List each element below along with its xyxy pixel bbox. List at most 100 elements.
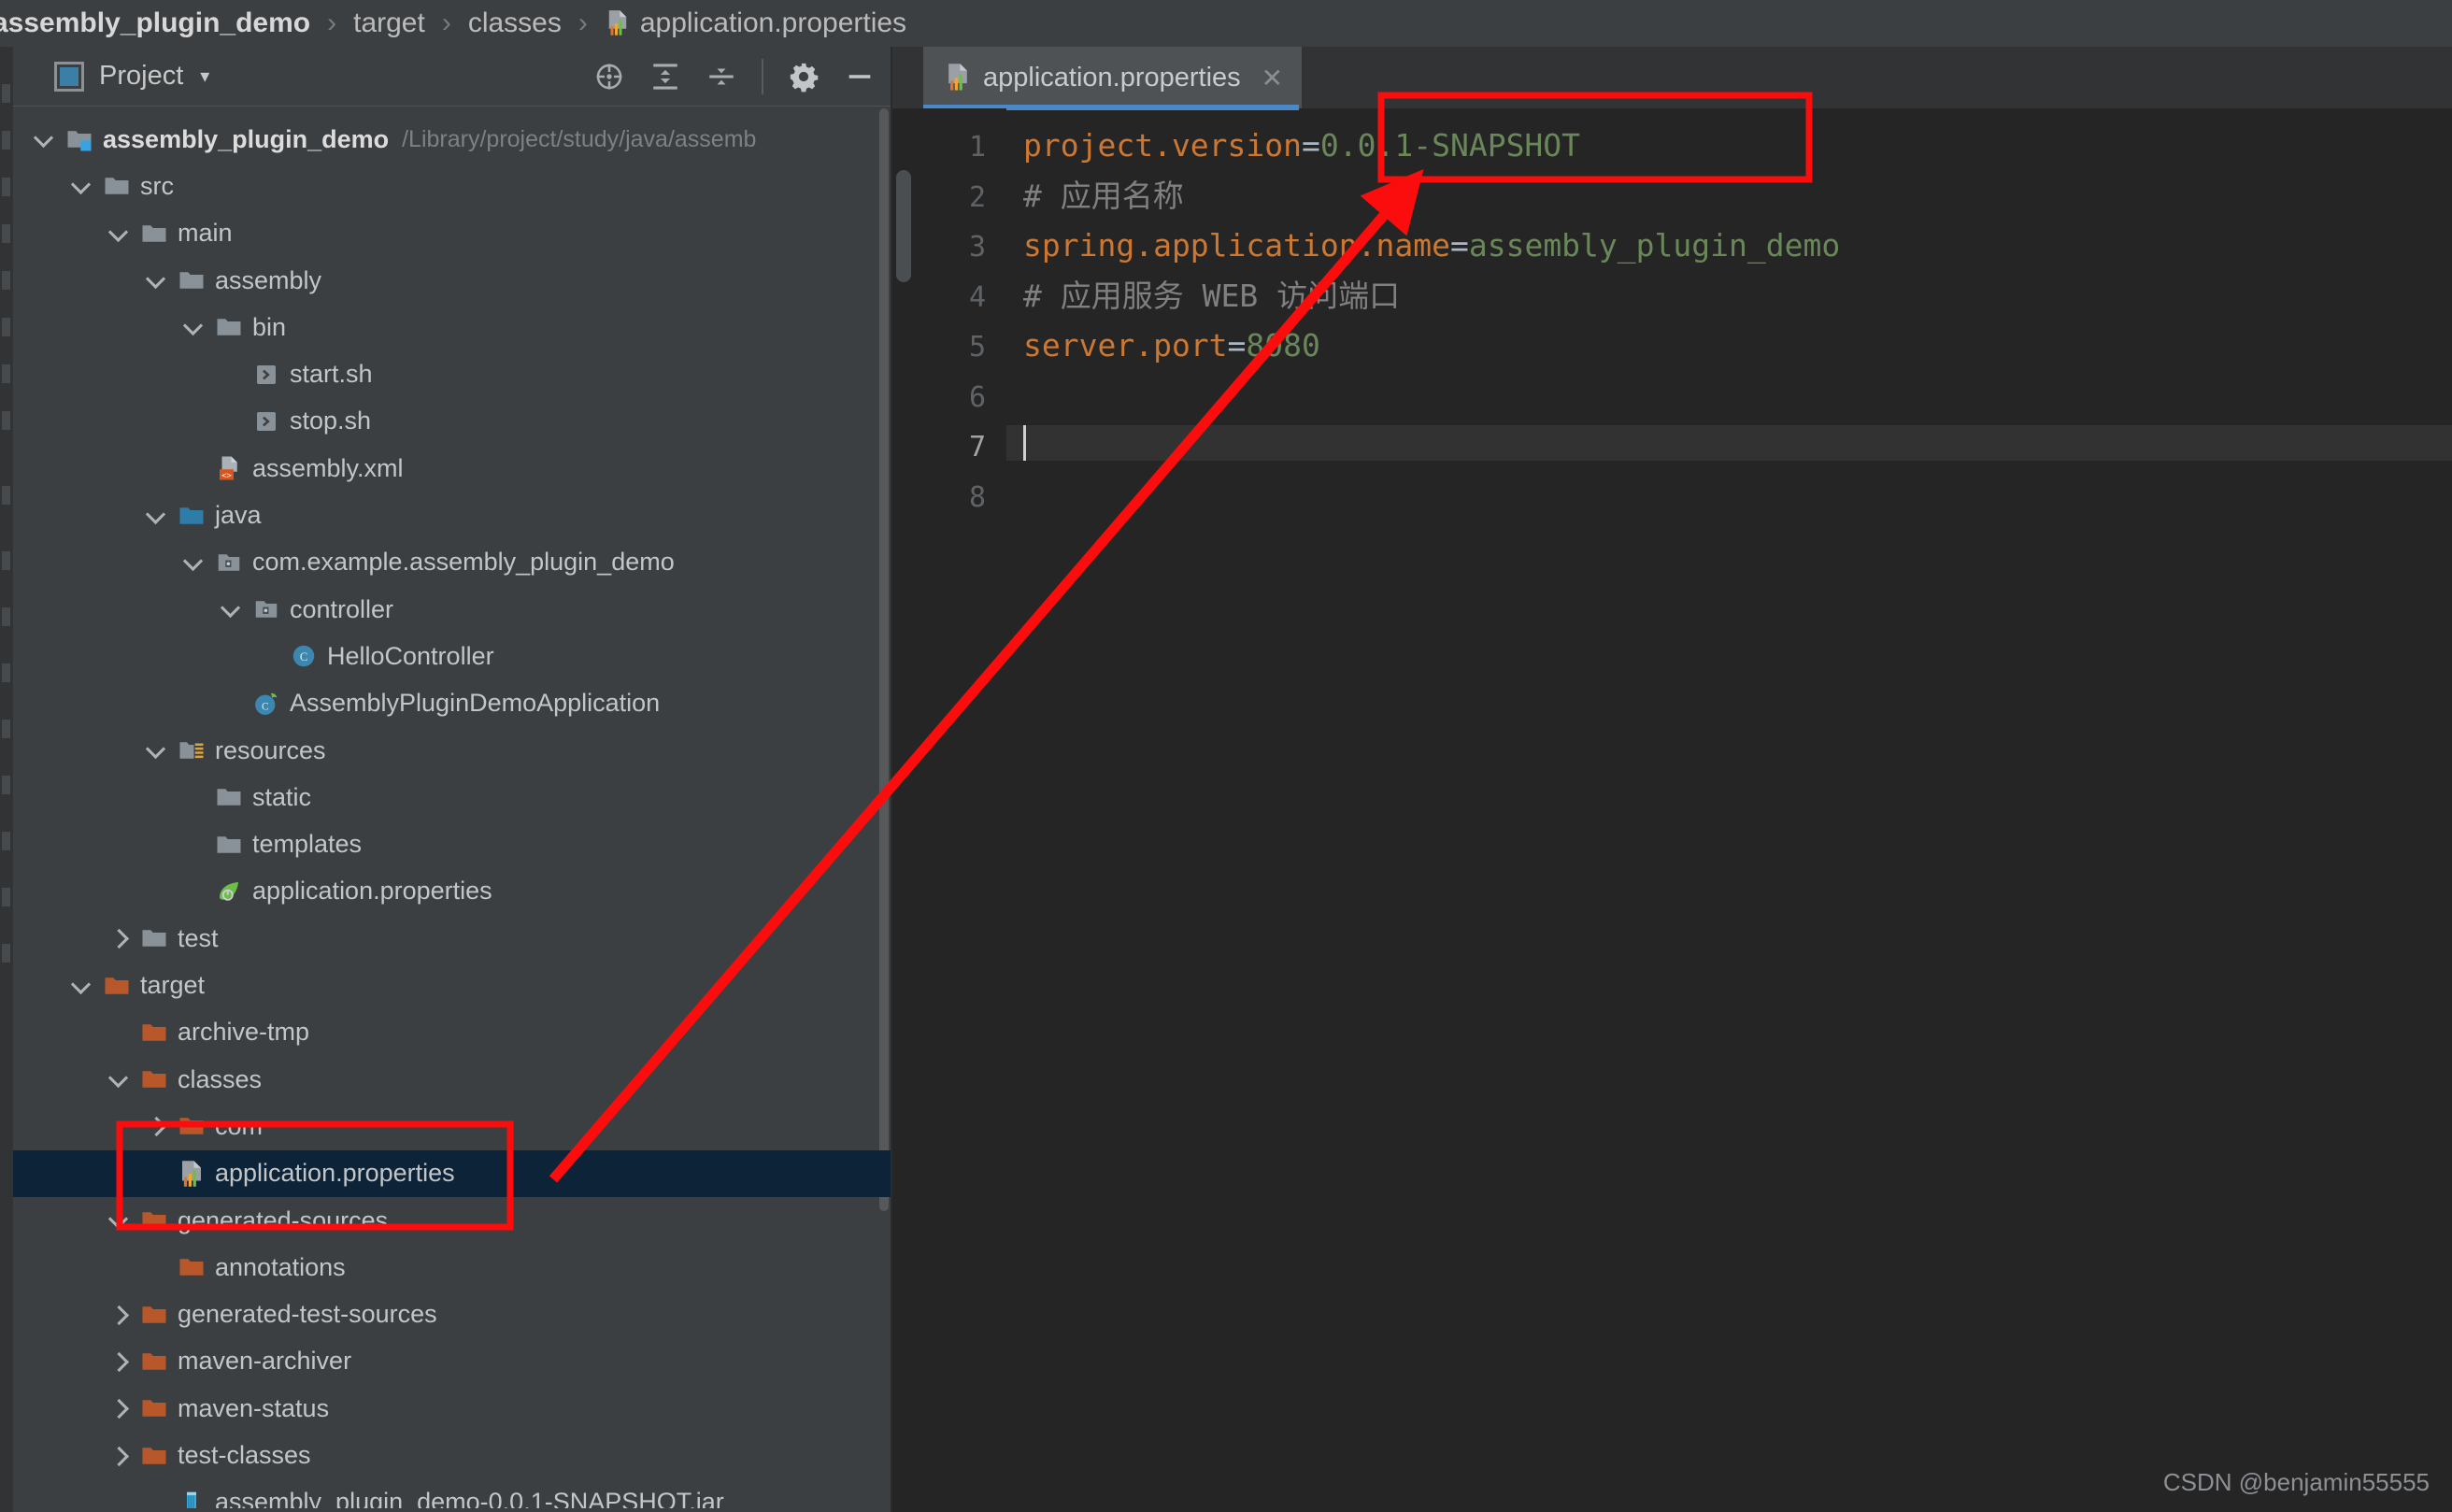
chevron-down-icon[interactable]	[181, 550, 206, 575]
project-panel-title: Project	[99, 61, 184, 91]
chevron-down-icon[interactable]	[219, 597, 243, 621]
chevron-down-icon[interactable]	[69, 974, 93, 998]
chevron-right-icon[interactable]	[107, 926, 131, 950]
tree-item[interactable]: application.properties	[13, 868, 891, 915]
tool-strip-item[interactable]	[2, 486, 10, 505]
tool-strip-item[interactable]	[2, 776, 10, 794]
chevron-right-icon[interactable]	[107, 1349, 131, 1374]
chevron-down-icon[interactable]	[69, 174, 93, 198]
project-panel-header: Project ▾	[13, 47, 891, 107]
tree-item[interactable]: maven-archiver	[13, 1338, 891, 1385]
chevron-down-icon[interactable]	[144, 738, 168, 763]
collapse-all-icon[interactable]	[706, 61, 737, 93]
chevron-right-icon[interactable]	[144, 1114, 168, 1138]
tool-strip-item[interactable]	[2, 720, 10, 738]
breadcrumb-item-target[interactable]: target	[353, 7, 425, 39]
tree-item[interactable]: main	[13, 210, 891, 257]
tree-item[interactable]: archive-tmp	[13, 1009, 891, 1056]
chevron-down-icon[interactable]	[32, 127, 56, 151]
tool-strip-item[interactable]	[2, 318, 10, 336]
chevron-right-icon[interactable]	[107, 1396, 131, 1420]
excluded-folder-icon	[142, 1071, 166, 1088]
tool-strip-item[interactable]	[2, 832, 10, 850]
breadcrumb-item-application-properties[interactable]: application.properties	[605, 7, 906, 39]
tree-item-selected[interactable]: application.properties	[13, 1149, 891, 1197]
chevron-right-icon[interactable]	[107, 1303, 131, 1327]
tree-item[interactable]: resources	[13, 727, 891, 774]
locate-icon[interactable]	[593, 61, 625, 93]
chevron-down-icon[interactable]	[181, 315, 206, 339]
tool-strip-item[interactable]	[2, 663, 10, 682]
editor-area: application.properties ✕ 1 2 3 4 5 6 7 8 projec…	[892, 47, 2452, 1512]
tree-item[interactable]: C HelloController	[13, 633, 891, 679]
tree-item[interactable]: static	[13, 774, 891, 820]
tree-item[interactable]: test	[13, 915, 891, 962]
tool-strip-item[interactable]	[2, 944, 10, 963]
tree-item[interactable]: assembly_plugin_demo/Library/project/stu…	[13, 116, 891, 163]
tree-item[interactable]: test-classes	[13, 1432, 891, 1478]
tree-item[interactable]: generated-sources	[13, 1197, 891, 1244]
line-number: 7	[968, 431, 986, 464]
tool-strip-item[interactable]	[2, 224, 10, 243]
tree-item[interactable]: assembly_plugin_demo-0.0.1-SNAPSHOT.jar	[13, 1479, 891, 1508]
tree-item[interactable]: start.sh	[13, 351, 891, 398]
chevron-down-icon[interactable]	[107, 1067, 131, 1091]
svg-text:C: C	[262, 701, 269, 712]
tool-strip-item[interactable]	[2, 888, 10, 906]
property-equals: =	[1449, 227, 1469, 264]
tool-strip-item[interactable]	[2, 364, 10, 383]
tool-strip-item[interactable]	[2, 178, 10, 196]
watermark: CSDN @benjamin55555	[2162, 1468, 2430, 1496]
tree-item[interactable]: com	[13, 1103, 891, 1149]
tool-window-strip[interactable]	[0, 47, 14, 1512]
chevron-right-icon[interactable]	[107, 1444, 131, 1468]
tree-item-label: AssemblyPluginDemoApplication	[290, 689, 661, 718]
tree-item-label: main	[178, 219, 233, 248]
tree-item[interactable]: generated-test-sources	[13, 1291, 891, 1338]
tree-item[interactable]: controller	[13, 586, 891, 633]
line-number: 6	[968, 380, 986, 414]
breadcrumb-separator: ›	[327, 7, 337, 38]
minimize-icon[interactable]	[844, 61, 876, 93]
breadcrumb-separator: ›	[577, 7, 588, 38]
tree-item[interactable]: C AssemblyPluginDemoApplication	[13, 680, 891, 727]
gutter-scroll-marker[interactable]	[896, 170, 911, 282]
chevron-down-icon[interactable]	[144, 504, 168, 528]
tool-strip-item[interactable]	[2, 131, 10, 150]
tree-item[interactable]: src	[13, 163, 891, 209]
breadcrumb-label: target	[353, 7, 425, 38]
code-content[interactable]: project.version=0.0.1-SNAPSHOT # 应用名称 spri…	[1006, 108, 2452, 1512]
tree-item[interactable]: templates	[13, 821, 891, 868]
tree-item[interactable]: com.example.assembly_plugin_demo	[13, 539, 891, 586]
expand-all-icon[interactable]	[649, 61, 681, 93]
tree-item[interactable]: maven-status	[13, 1385, 891, 1432]
gear-icon[interactable]	[788, 61, 820, 93]
tool-strip-item[interactable]	[2, 551, 10, 570]
shell-script-icon	[257, 364, 276, 384]
tool-strip-item[interactable]	[2, 411, 10, 430]
tree-item[interactable]: assembly	[13, 257, 891, 304]
tab-label: application.properties	[983, 62, 1241, 93]
tool-strip-item[interactable]	[2, 84, 10, 103]
tree-item[interactable]: bin	[13, 304, 891, 350]
tree-item[interactable]: annotations	[13, 1244, 891, 1291]
breadcrumb-item-classes[interactable]: classes	[468, 7, 562, 39]
breadcrumb-item-assembly-plugin-demo[interactable]: assembly_plugin_demo	[0, 7, 310, 39]
project-tree[interactable]: assembly_plugin_demo/Library/project/stu…	[13, 107, 891, 1508]
chevron-down-icon[interactable]	[144, 268, 168, 292]
tree-item[interactable]: target	[13, 962, 891, 1008]
tree-item[interactable]: classes	[13, 1056, 891, 1103]
tree-item[interactable]: java	[13, 492, 891, 538]
tool-strip-item[interactable]	[2, 271, 10, 290]
tree-item-label: classes	[178, 1064, 263, 1093]
close-icon[interactable]: ✕	[1262, 63, 1283, 93]
tool-strip-item[interactable]	[2, 607, 10, 626]
chevron-down-icon[interactable]	[107, 1208, 131, 1233]
chevron-down-icon[interactable]: ▾	[200, 64, 209, 88]
tree-item[interactable]: <> assembly.xml	[13, 445, 891, 492]
chevron-down-icon[interactable]	[107, 221, 131, 246]
tree-item[interactable]: stop.sh	[13, 398, 891, 445]
tab-application-properties[interactable]: application.properties ✕	[923, 47, 1303, 108]
